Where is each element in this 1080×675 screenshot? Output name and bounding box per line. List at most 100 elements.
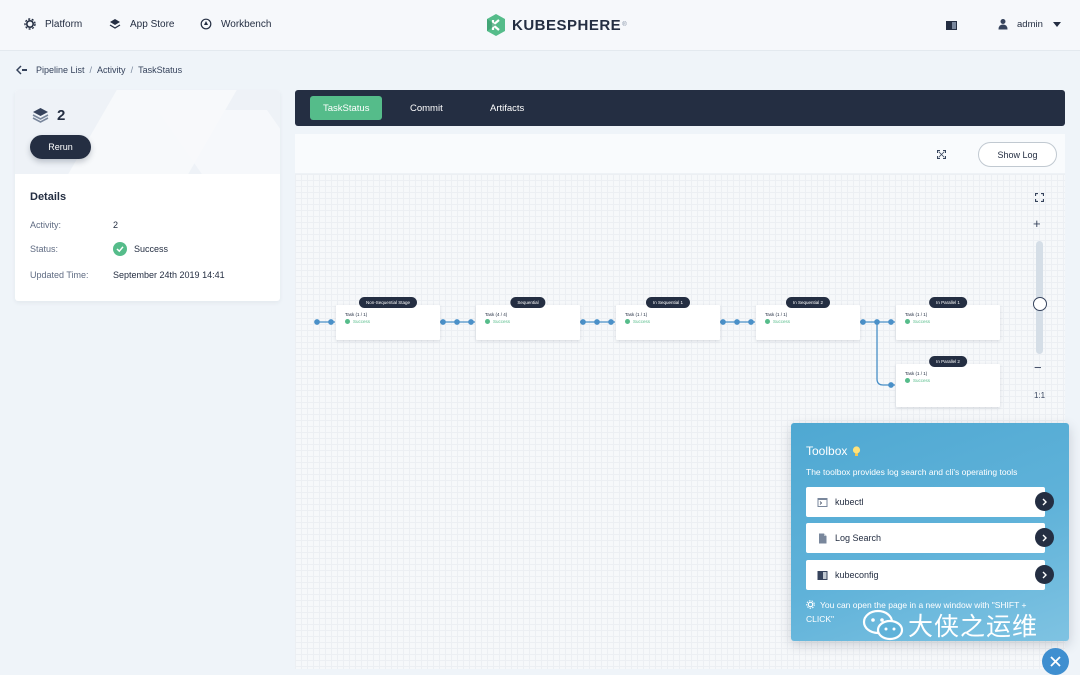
stage-card[interactable]: In Parallel 1 Task (1 / 1) Success [896,297,1000,340]
toolbox-item-log-search[interactable]: Log Search [806,523,1045,553]
breadcrumb-pipeline-list[interactable]: Pipeline List [36,65,85,75]
tab-commit[interactable]: Commit [397,96,456,120]
connector-dot [734,319,740,325]
task-status: Success [765,319,790,324]
task-status: Success [625,319,650,324]
tab-taskstatus[interactable]: TaskStatus [310,96,383,120]
nav-workbench-label: Workbench [221,18,272,30]
connector-dot [328,319,334,325]
stage-card[interactable]: Sequential Task (4 / 4) Success [476,297,580,340]
task-status: Success [905,319,930,324]
task-status: Success [345,319,370,324]
chevron-right-icon[interactable] [1035,492,1054,511]
connector-dot [594,319,600,325]
task-count: Task (1 / 1) [905,312,928,317]
wechat-icon [862,609,904,641]
notification-icon[interactable] [946,21,957,30]
success-dot-icon [625,319,630,324]
task-count: Task (1 / 1) [625,312,648,317]
terminal-icon [817,497,828,507]
stage-card[interactable]: Non-Sequential Stage Task (1 / 1) Succes… [336,297,440,340]
chevron-right-icon[interactable] [1035,528,1054,547]
task-status: Success [905,378,930,383]
user-icon [998,19,1008,30]
task-status-label: Success [913,378,931,383]
stage-label: In Parallel 1 [929,297,967,308]
connector-dot [468,319,474,325]
connector-dot [454,319,460,325]
zoom-slider-handle[interactable] [1033,297,1047,311]
task-status: Success [485,319,510,324]
watermark: 大侠之运维 [862,607,1038,643]
gear-icon [24,18,36,30]
expand-icon[interactable] [937,150,946,159]
nav-app-store[interactable]: App Store [109,18,174,30]
document-icon [819,533,827,543]
zoom-reset-ratio[interactable]: 1:1 [1034,391,1045,400]
watermark-text: 大侠之运维 [908,612,1039,641]
rerun-button[interactable]: Rerun [30,135,91,159]
stage-label: In Sequential 1 [645,297,691,308]
stage-label: Sequential [510,297,546,308]
detail-key: Activity: [30,220,62,230]
success-dot-icon [765,319,770,324]
detail-row-updated-time: Updated Time: September 24th 2019 14:41 [30,270,225,280]
back-arrow-icon[interactable] [16,65,28,75]
connector-dot [440,319,446,325]
show-log-button[interactable]: Show Log [978,142,1057,167]
stage-card[interactable]: In Sequential 1 Task (1 / 1) Success [616,297,720,340]
task-status-label: Success [493,319,511,324]
lightbulb-icon [853,445,861,456]
details-title: Details [30,191,67,203]
nav-platform[interactable]: Platform [24,18,82,30]
breadcrumb-activity[interactable]: Activity [97,65,126,75]
nav-workbench[interactable]: Workbench [200,18,271,30]
task-count: Task (1 / 1) [905,371,928,376]
toolbox-title-text: Toolbox [806,444,848,458]
task-status-label: Success [353,319,371,324]
breadcrumb-taskstatus: TaskStatus [138,65,183,75]
detail-value: September 24th 2019 14:41 [113,270,225,280]
detail-key: Updated Time: [30,270,89,280]
detail-value: 2 [113,220,119,230]
chevron-right-icon[interactable] [1035,565,1054,584]
connector-dot [888,382,894,388]
connector-branch [876,322,895,386]
connector-dot [748,319,754,325]
gear-icon [806,600,815,609]
toolbox-item-label: kubeconfig [835,570,879,580]
detail-row-activity: Activity: 2 [30,220,118,230]
user-menu[interactable]: admin [998,18,1061,30]
tab-bar: TaskStatus Commit Artifacts [295,90,1065,126]
detail-value: Success [134,244,169,254]
task-count: Task (1 / 1) [765,312,788,317]
top-navbar: Platform App Store Workbench KUBESPHERE … [0,0,1080,51]
breadcrumb-separator: / [130,65,134,75]
connector-dot [314,319,320,325]
kubeconfig-icon [817,570,828,580]
close-toolbox-button[interactable] [1042,648,1069,675]
fit-screen-icon[interactable] [1035,193,1044,202]
detail-status: Success [113,242,168,256]
tab-artifacts[interactable]: Artifacts [477,96,537,120]
toolbox-item-kubeconfig[interactable]: kubeconfig [806,560,1045,590]
zoom-out-button[interactable]: − [1034,360,1042,375]
nav-app-store-label: App Store [130,18,175,30]
detail-row-status: Status: Success [30,242,168,256]
kubesphere-logo[interactable]: KUBESPHERE ® [486,14,627,36]
stage-label: In Sequential 2 [785,297,831,308]
task-status-label: Success [633,319,651,324]
connector-dot [888,319,894,325]
nav-platform-label: Platform [45,18,83,30]
stage-label: In Parallel 2 [929,356,967,367]
stage-card[interactable]: In Parallel 2 Task (1 / 1) Success [896,356,1000,407]
toolbox-item-kubectl[interactable]: kubectl [806,487,1045,517]
connector-dot [608,319,614,325]
breadcrumb-separator: / [89,65,93,75]
zoom-in-button[interactable]: + [1033,216,1041,231]
stage-card[interactable]: In Sequential 2 Task (1 / 1) Success [756,297,860,340]
toolbox-item-label: kubectl [835,497,864,507]
user-name: admin [1017,18,1043,30]
task-count: Task (4 / 4) [485,312,508,317]
stage-label: Non-Sequential Stage [358,297,418,308]
